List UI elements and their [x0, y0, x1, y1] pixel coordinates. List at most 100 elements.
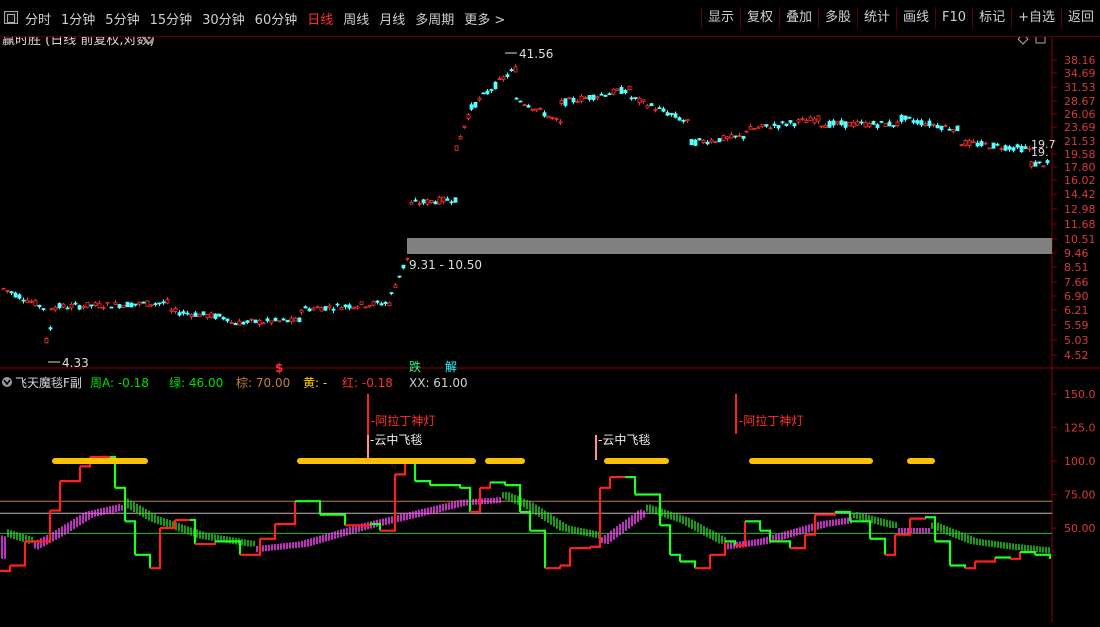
indicator-tick: 100.0	[1064, 455, 1096, 468]
candle	[518, 100, 523, 103]
candle	[77, 304, 82, 311]
period-tab-6[interactable]: 日线	[307, 9, 333, 28]
candle	[1041, 165, 1046, 168]
candle	[129, 302, 134, 308]
gap-range-label: 9.31 - 10.50	[409, 258, 482, 272]
price-tick: 7.66	[1064, 276, 1089, 289]
indicator-name: 飞天魔毯F副	[15, 375, 82, 390]
candle	[907, 116, 912, 119]
tool-button-6[interactable]: F10	[935, 7, 972, 29]
candle	[125, 301, 130, 308]
candle	[603, 94, 608, 97]
candle	[493, 81, 498, 90]
candle	[955, 125, 960, 132]
price-tick: 12.98	[1064, 203, 1096, 216]
gap-band-rect	[407, 238, 1052, 254]
candle	[57, 302, 62, 310]
annotation-cloud-2: -云中飞毯	[598, 432, 650, 447]
low-price-label: 4.33	[62, 356, 89, 370]
right-edge-label-2: 19.	[1031, 146, 1049, 159]
period-tab-3[interactable]: 15分钟	[150, 9, 193, 28]
candle	[473, 101, 478, 109]
price-tick: 11.68	[1064, 218, 1096, 231]
indicator-dropdown-icon[interactable]	[2, 377, 12, 387]
candle	[109, 306, 114, 309]
candle	[141, 301, 146, 304]
price-tick: 4.52	[1064, 349, 1089, 362]
candle	[649, 102, 654, 107]
price-tick: 10.51	[1064, 233, 1096, 246]
candle	[33, 299, 38, 307]
tool-button-0[interactable]: 显示	[700, 7, 740, 29]
tool-button-3[interactable]: 多股	[817, 7, 857, 29]
period-tab-7[interactable]: 周线	[343, 9, 369, 28]
candle	[197, 313, 202, 317]
tool-button-1[interactable]: 复权	[739, 7, 779, 29]
chart-area[interactable]: 赢时胜 (日线 前复权,对数) 38.16 34.69 31.53 28.67 26.0…	[0, 32, 1100, 623]
candle	[145, 300, 150, 307]
annotation-aladdin-2: -阿拉丁神灯	[739, 413, 803, 428]
price-tick: 5.59	[1064, 319, 1089, 332]
candle	[627, 85, 632, 91]
candle	[437, 195, 442, 205]
candle	[44, 337, 49, 344]
candle	[213, 313, 218, 320]
candle	[721, 134, 726, 141]
tool-button-9[interactable]: 返回	[1060, 7, 1100, 29]
candle	[615, 88, 620, 91]
indicator-value-2: 棕: 70.00	[236, 375, 290, 390]
period-tab-10[interactable]: 更多 >	[464, 9, 505, 28]
tool-button-4[interactable]: 统计	[857, 7, 896, 29]
annotation-aladdin-1: -阿拉丁神灯	[371, 413, 435, 428]
price-tick: 26.06	[1064, 108, 1096, 121]
period-tab-5[interactable]: 60分钟	[255, 9, 298, 28]
candle	[363, 306, 368, 309]
indicator-tick: 125.0	[1064, 422, 1096, 435]
candle	[752, 127, 757, 130]
period-toolbar: 分时 1分钟 5分钟 15分钟 30分钟 60分钟 日线 周线 月线 多周期 更多 > 显示 复权 叠加…	[0, 0, 1100, 37]
annotation-cloud-1: -云中飞毯	[370, 432, 422, 447]
tool-button-5[interactable]: 画线	[896, 7, 935, 29]
gap-band	[407, 238, 1052, 254]
candle	[991, 142, 996, 149]
period-tab-8[interactable]: 月线	[379, 9, 405, 28]
price-tick: 21.53	[1064, 135, 1096, 148]
indicator-value-4: 红: -0.18	[342, 375, 393, 390]
price-tick: 8.51	[1064, 261, 1089, 274]
tool-button-7[interactable]: 标记	[972, 7, 1011, 29]
candle	[871, 120, 876, 125]
candle	[481, 92, 486, 95]
tool-buttons: 显示 复权 叠加 多股 统计 画线 F10 标记 +自选 返回	[700, 7, 1100, 29]
price-tick: 5.03	[1064, 334, 1089, 347]
window-icon[interactable]	[4, 11, 18, 24]
price-tick: 17.80	[1064, 161, 1096, 174]
candle	[297, 317, 302, 323]
period-tab-4[interactable]: 30分钟	[202, 9, 245, 28]
price-tick: 6.21	[1064, 304, 1089, 317]
candle	[1003, 144, 1008, 152]
indicator-value-5: XX: 61.00	[409, 376, 468, 390]
price-tick: 16.02	[1064, 174, 1096, 187]
period-tab-2[interactable]: 5分钟	[105, 9, 139, 28]
candle	[277, 320, 282, 323]
candle	[847, 121, 852, 127]
period-tab-9[interactable]: 多周期	[415, 9, 454, 28]
indicator-tick: 150.0	[1064, 388, 1096, 401]
candle	[454, 145, 459, 152]
price-tick: 6.90	[1064, 290, 1089, 303]
candle	[217, 313, 222, 317]
tool-button-8[interactable]: +自选	[1011, 7, 1061, 29]
price-tick: 34.69	[1064, 67, 1096, 80]
period-tab-1[interactable]: 1分钟	[61, 9, 95, 28]
signal-marker-1: 跌	[409, 359, 421, 374]
period-tabs: 分时 1分钟 5分钟 15分钟 30分钟 60分钟 日线 周线 月线 多周期 更多 >	[25, 9, 515, 28]
candle	[611, 88, 616, 96]
indicator-value-0: 周A: -0.18	[90, 376, 149, 390]
period-tab-0[interactable]: 分时	[25, 9, 51, 28]
candle	[987, 147, 992, 150]
candle	[693, 138, 698, 147]
price-tick: 14.42	[1064, 188, 1096, 201]
tool-button-2[interactable]: 叠加	[778, 7, 818, 29]
main-chart-title: 赢时胜 (日线 前复权,对数)	[2, 37, 155, 48]
candle	[883, 123, 888, 127]
